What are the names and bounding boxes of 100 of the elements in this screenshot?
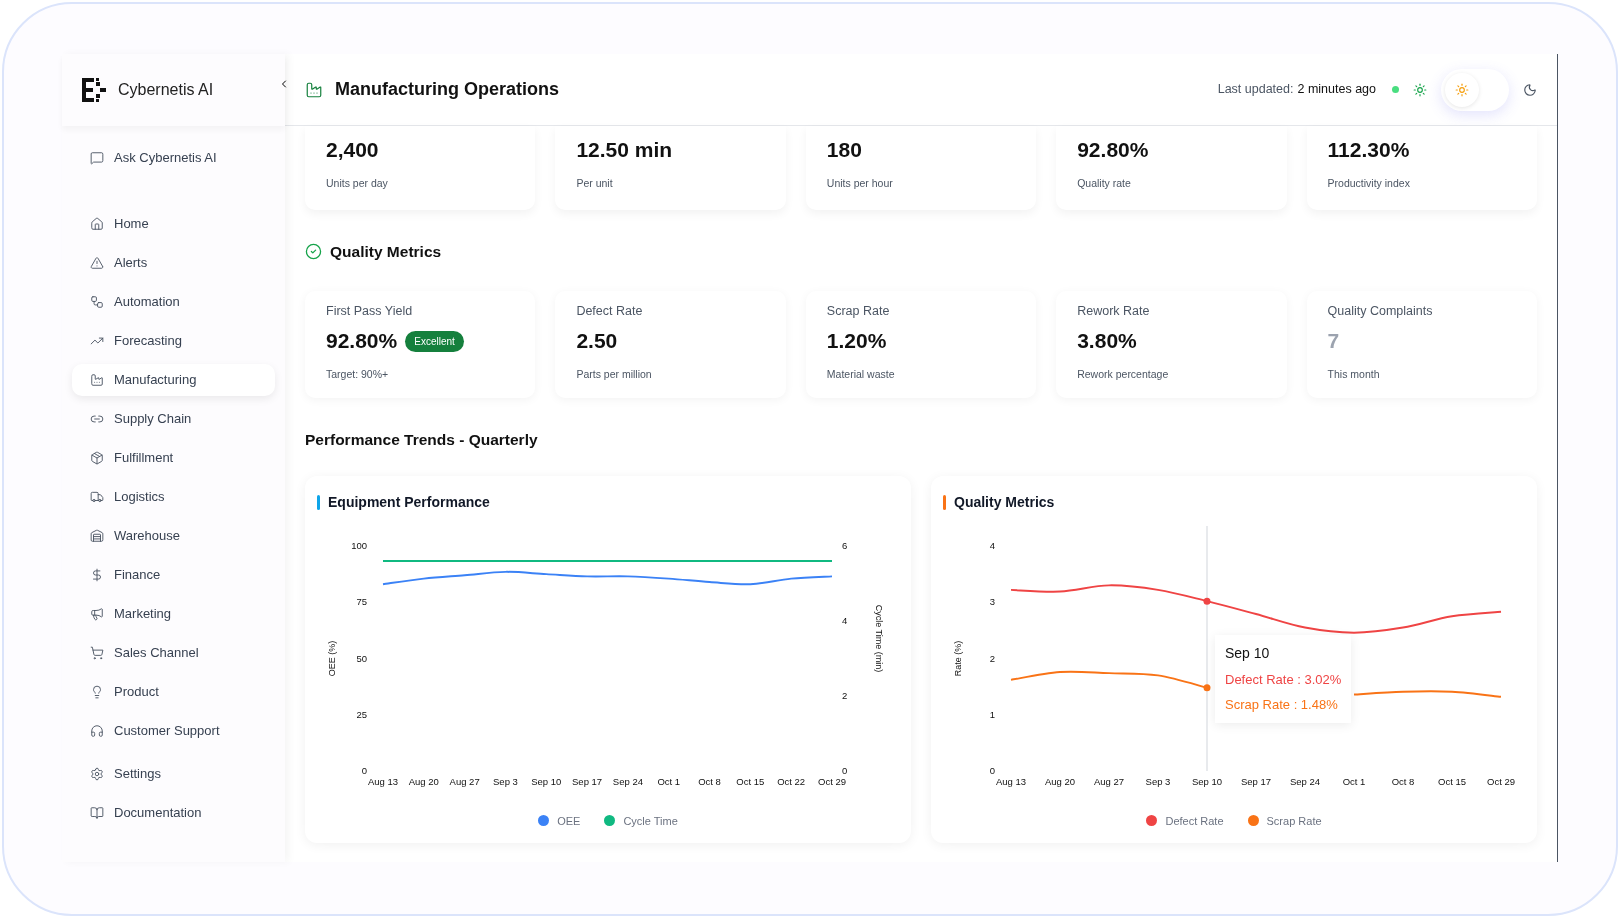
tooltip-value: Scrap Rate : 1.48% [1225,696,1339,714]
kpi-caption: Quality rate [1077,176,1132,191]
axis-tick-label: Sep 17 [572,775,603,787]
axis-tick-label: Oct 1 [1342,775,1366,787]
metric-caption: Material waste [826,367,896,382]
axis-tick-label: Sep 24 [1289,775,1321,787]
status-badge: Excellent [405,330,464,352]
section-title: Performance Trends - Quarterly [305,430,539,451]
kpi-caption: Units per hour [826,176,894,191]
sidebar-item[interactable]: Sales Channel [72,637,275,669]
sun-icon [1455,82,1469,97]
sidebar-item[interactable]: Logistics [72,481,275,513]
tooltip-title: Sep 10 [1225,643,1271,663]
axis-tick-label: Oct 8 [698,775,721,787]
settings-icon [90,767,104,781]
metric-caption: Parts per million [576,367,653,382]
axis-tick-label: 50 [356,652,367,663]
metric-caption: Rework percentage [1077,367,1170,382]
axis-tick-label: 4 [842,614,848,626]
axis-tick-label: Oct 15 [736,775,765,787]
metric-label: Rework Rate [1077,303,1151,321]
sidebar-item[interactable]: Marketing [72,598,275,630]
kpi-value: 92.80% [1077,137,1150,163]
moon-icon [1523,82,1537,97]
chart-title: Equipment Performance [328,492,490,512]
last-updated-label: Last updated: [1217,81,1294,99]
axis-tick-label: 2 [989,652,995,663]
sidebar-item[interactable]: Documentation [72,797,275,829]
sidebar-item[interactable]: Home [72,208,275,240]
legend-label: Defect Rate [1165,813,1224,829]
axis-tick-label: Aug 27 [449,775,480,787]
sidebar-item[interactable]: Fulfillment [72,442,275,474]
axis-tick-label: Oct 1 [657,775,681,787]
link-icon [90,412,104,426]
axis-tick-label: Oct 29 [1487,775,1515,787]
axis-title: Cycle Time (min) [874,604,884,672]
sidebar-item[interactable]: Forecasting [72,325,275,357]
sidebar-item[interactable]: Automation [72,286,275,318]
axis-tick-label: 1 [989,708,995,720]
axis-tick-label: 100 [351,539,367,551]
metric-value: 3.80% [1077,328,1137,355]
legend-label: Scrap Rate [1266,813,1322,829]
metric-caption: Target: 90%+ [326,367,390,382]
workflow-icon [90,295,104,309]
factory-icon [305,80,323,99]
axis-tick-label: 25 [356,708,367,720]
lightbulb-icon [90,685,104,699]
metric-value: 2.50 [576,328,618,355]
axis-tick-label: Aug 20 [1044,775,1076,787]
metric-label: Scrap Rate [826,303,891,321]
theme-toggle[interactable] [1441,68,1509,111]
chart-title: Quality Metrics [954,492,1055,512]
metric-label: Defect Rate [576,303,644,321]
metric-label: Quality Complaints [1327,303,1434,321]
axis-tick-label: 0 [989,764,995,776]
kpi-value: 2,400 [326,137,380,163]
sidebar-item[interactable]: Customer Support [72,715,275,747]
warehouse-icon [90,529,104,543]
sidebar-item[interactable]: Manufacturing [72,364,275,396]
check-circle-icon [305,243,322,261]
axis-tick-label: Oct 15 [1438,775,1466,787]
axis-tick-label: Sep 24 [612,775,643,787]
metric-label: First Pass Yield [326,303,414,321]
axis-tick-label: 0 [361,764,367,776]
axis-tick-label: Sep 17 [1240,775,1272,787]
headphones-icon [90,724,104,738]
kpi-caption: Productivity index [1327,176,1411,191]
axis-tick-label: Sep 3 [493,775,518,787]
legend-label: OEE [557,813,581,829]
sidebar-item[interactable]: Product [72,676,275,708]
legend-label: Cycle Time [623,813,678,829]
sun-icon [1413,82,1427,97]
active-dot [1203,683,1211,691]
sidebar-item[interactable]: Finance [72,559,275,591]
axis-tick-label: 75 [356,595,367,607]
warning-icon [90,256,104,270]
axis-tick-label: Sep 10 [531,775,562,787]
axis-tick-label: 0 [842,764,848,776]
logo-icon [80,76,108,104]
kpi-value: 12.50 min [576,137,674,163]
axis-tick-label: Oct 22 [777,775,806,787]
axis-tick-label: 2 [842,689,848,701]
sidebar-item[interactable]: Settings [72,758,275,790]
axis-tick-label: Oct 29 [818,775,846,787]
axis-tick-label: 4 [989,539,995,551]
axis-tick-label: Aug 20 [408,775,439,787]
dollar-icon [90,568,104,582]
truck-icon [90,490,104,504]
package-icon [90,451,104,465]
sidebar-item[interactable]: Supply Chain [72,403,275,435]
active-dot [1203,597,1211,605]
axis-tick-label: Oct 8 [1391,775,1415,787]
axis-tick-label: Aug 13 [995,775,1027,787]
sidebar-item[interactable]: Warehouse [72,520,275,552]
axis-tick-label: 6 [842,539,848,551]
sidebar-item[interactable]: Alerts [72,247,275,279]
axis-tick-label: 3 [989,595,995,607]
chat-icon [90,151,104,165]
sidebar-item[interactable]: Ask Cybernetis AI [72,142,275,174]
metric-value: 92.80% [326,328,398,355]
